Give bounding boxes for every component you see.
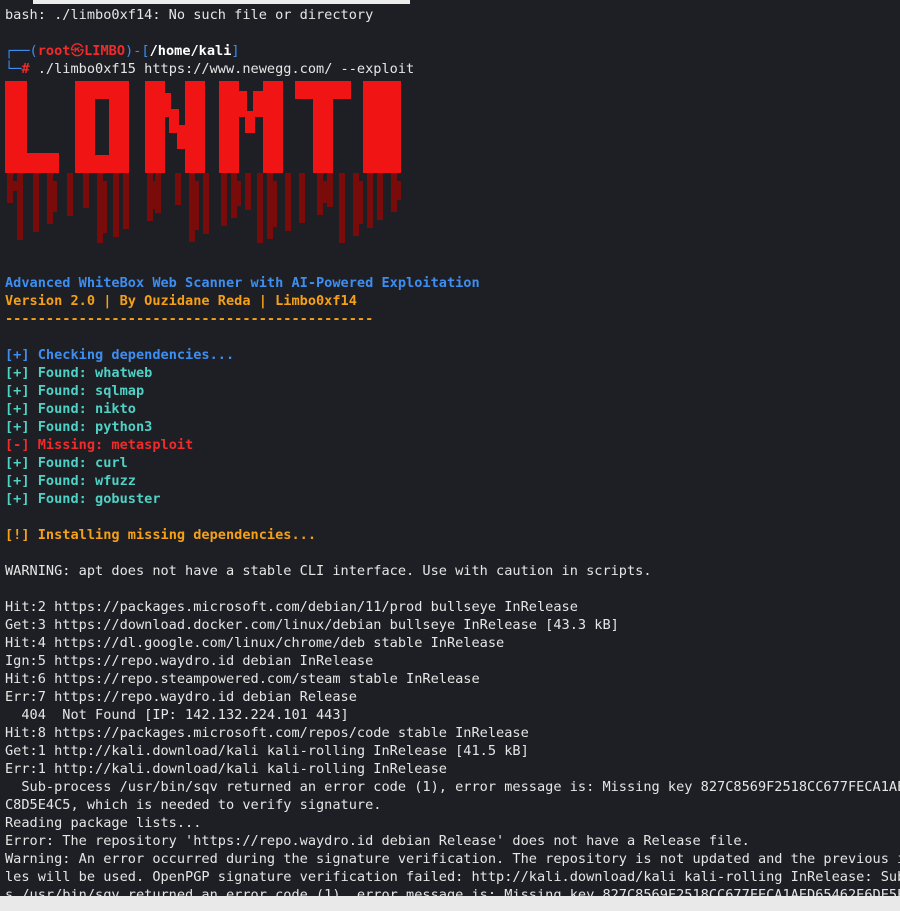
error-line: bash: ./limbo0xf14: No such file or dire… — [5, 7, 374, 23]
dependency-label: Found: wfuzz — [29, 473, 136, 489]
apt-output-line: Get:3 https://download.docker.com/linux/… — [5, 617, 619, 633]
status-tag: [+] — [5, 383, 30, 399]
previous-command-line-partial — [5, 0, 900, 6]
apt-output-line: Hit:4 https://dl.google.com/linux/chrome… — [5, 635, 505, 651]
dependency-list: [+] Found: whatweb [+] Found: sqlmap [+] F… — [5, 364, 900, 508]
dependency-item: [+] Found: curl — [5, 454, 900, 472]
status-tag: [+] — [5, 455, 30, 471]
dependency-label: Found: python3 — [29, 419, 153, 435]
dependency-item: [+] Found: python3 — [5, 418, 900, 436]
prompt-user: root — [37, 43, 71, 59]
apt-output-line: Warning: An error occurred during the si… — [5, 851, 900, 867]
status-tag: [!] — [5, 527, 30, 543]
apt-output-line: Hit:2 https://packages.microsoft.com/deb… — [5, 599, 578, 615]
status-tag: [+] — [5, 491, 30, 507]
version-line: Version 2.0 | By Ouzidane Reda | Limbo0x… — [5, 293, 357, 309]
dependency-label: Found: sqlmap — [29, 383, 145, 399]
apt-output-line: Reading package lists... — [5, 815, 202, 831]
status-tag: [+] — [5, 365, 30, 381]
checking-header: [+] Checking dependencies... — [5, 346, 900, 364]
apt-output-line: Err:7 https://repo.waydro.id debian Rele… — [5, 689, 357, 705]
prompt-frame-bottom: └─ — [5, 61, 22, 77]
prompt-host: LIMBO — [84, 43, 126, 59]
dependency-item: [-] Missing: metasploit — [5, 436, 900, 454]
installing-text: Installing missing dependencies... — [29, 527, 317, 543]
checking-text: Checking dependencies... — [29, 347, 235, 363]
dependency-item: [+] Found: nikto — [5, 400, 900, 418]
bottom-bar — [0, 896, 900, 911]
apt-output-line: Ign:5 https://repo.waydro.id debian InRe… — [5, 653, 374, 669]
dependency-label: Missing: metasploit — [29, 437, 194, 453]
status-tag: [+] — [5, 347, 30, 363]
dependency-label: Found: gobuster — [29, 491, 161, 507]
apt-output-line: les will be used. OpenPGP signature veri… — [5, 869, 900, 885]
apt-warning: WARNING: apt does not have a stable CLI … — [5, 563, 652, 579]
prompt-cwd: /home/kali — [149, 43, 232, 59]
apt-output-line: Hit:6 https://repo.steampowered.com/stea… — [5, 671, 480, 687]
banner-logo-art — [5, 81, 401, 243]
apt-output-line: Get:1 http://kali.download/kali kali-rol… — [5, 743, 529, 759]
apt-output-line: 404 Not Found [IP: 142.132.224.101 443] — [5, 707, 349, 723]
status-tag: [+] — [5, 473, 30, 489]
apt-output-line: Sub-process /usr/bin/sqv returned an err… — [5, 779, 900, 795]
installing-line: [!] Installing missing dependencies... — [5, 526, 900, 544]
terminal-window[interactable]: bash: ./limbo0xf14: No such file or dire… — [0, 0, 900, 896]
dependency-label: Found: nikto — [29, 401, 136, 417]
apt-output-line: Hit:8 https://packages.microsoft.com/rep… — [5, 725, 529, 741]
separator-line: ----------------------------------------… — [5, 311, 374, 327]
status-tag: [+] — [5, 401, 30, 417]
prompt-line-2[interactable]: └─# ./limbo0xf15 https://www.newegg.com/… — [5, 60, 900, 78]
selection-highlight — [33, 0, 410, 4]
dependency-label: Found: curl — [29, 455, 128, 471]
apt-output-line: Err:1 http://kali.download/kali kali-rol… — [5, 761, 447, 777]
prompt-hash: # — [21, 61, 30, 77]
tagline: Advanced WhiteBox Web Scanner with AI-Po… — [5, 275, 480, 291]
dependency-label: Found: whatweb — [29, 365, 153, 381]
ascii-banner — [5, 81, 900, 243]
dependency-item: [+] Found: gobuster — [5, 490, 900, 508]
dependency-item: [+] Found: wfuzz — [5, 472, 900, 490]
status-tag: [+] — [5, 419, 30, 435]
command-text: ./limbo0xf15 https://www.newegg.com/ --e… — [29, 61, 415, 77]
apt-output-line: C8D5E4C5, which is needed to verify sign… — [5, 797, 382, 813]
skull-icon: ㉿ — [70, 43, 85, 59]
prompt-frame-close: ] — [231, 43, 240, 59]
dependency-item: [+] Found: whatweb — [5, 364, 900, 382]
status-tag: [-] — [5, 437, 30, 453]
apt-output-line: s /usr/bin/sqv returned an error code (1… — [5, 887, 900, 896]
apt-output: Hit:2 https://packages.microsoft.com/deb… — [5, 598, 900, 896]
prompt-frame-mid: )-[ — [125, 43, 150, 59]
apt-output-line: Error: The repository 'https://repo.wayd… — [5, 833, 750, 849]
dependency-item: [+] Found: sqlmap — [5, 382, 900, 400]
prompt-line-1: ┌──(root㉿LIMBO)-[/home/kali] — [5, 42, 900, 60]
prompt-frame-open: ┌──( — [5, 43, 38, 59]
